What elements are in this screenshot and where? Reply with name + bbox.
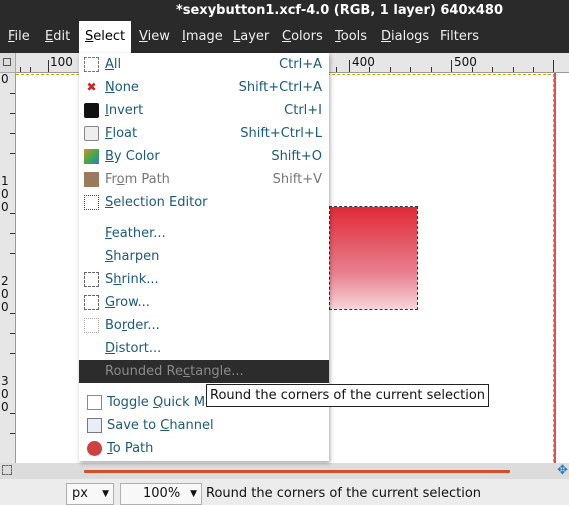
- ruler-label: 500: [454, 55, 477, 69]
- selection-from-path-icon: [84, 172, 99, 187]
- ruler-label: 400: [352, 55, 375, 69]
- horizontal-scrollbar[interactable]: ✥: [0, 463, 569, 479]
- menu-item-to-path[interactable]: To Path: [79, 437, 329, 460]
- menu-filters[interactable]: Filters: [434, 21, 485, 53]
- window-title: *sexybutton1.xcf-4.0 (RGB, 1 layer) 640x…: [175, 3, 504, 18]
- chevron-down-icon: ▼: [190, 489, 197, 499]
- status-bar: px ▼ 100% ▼ Round the corners of the curre…: [0, 479, 569, 505]
- to-path-icon: [87, 441, 102, 456]
- ruler-label: 0: [1, 73, 9, 86]
- menu-item-none[interactable]: ✖ None Shift+Ctrl+A: [79, 76, 329, 99]
- navigate-icon[interactable]: ✥: [556, 463, 569, 479]
- menu-separator: [79, 216, 329, 217]
- ruler-label: 100: [1, 174, 9, 214]
- ruler-label: 300: [1, 374, 9, 414]
- menu-image[interactable]: Image: [176, 21, 229, 53]
- toggle-quick-mask-icon: [87, 395, 102, 410]
- select-by-color-icon: [84, 149, 99, 164]
- menu-item-grow[interactable]: Grow...: [79, 291, 329, 314]
- select-all-icon: [84, 57, 99, 72]
- float-selection-icon: [84, 126, 99, 141]
- menu-view[interactable]: View: [133, 21, 176, 53]
- menu-item-tooltip: Round the corners of the current selecti…: [206, 384, 490, 407]
- canvas-edge: [554, 73, 556, 463]
- menu-bar: File Edit Select View Image Layer Colors…: [0, 21, 569, 53]
- quick-mask-toggle-icon[interactable]: [2, 465, 12, 475]
- ruler-label: 200: [1, 274, 9, 314]
- menu-item-distort[interactable]: Distort...: [79, 337, 329, 360]
- menu-item-float[interactable]: Float Shift+Ctrl+L: [79, 122, 329, 145]
- status-message: Round the corners of the current selecti…: [206, 486, 482, 501]
- menu-file[interactable]: File: [2, 21, 36, 53]
- menu-layer[interactable]: Layer: [227, 21, 275, 53]
- vertical-ruler[interactable]: 0 100 200 300: [0, 73, 16, 463]
- window-title-bar: *sexybutton1.xcf-4.0 (RGB, 1 layer) 640x…: [0, 0, 569, 21]
- menu-dialogs[interactable]: Dialogs: [375, 21, 435, 53]
- invert-selection-icon: [84, 103, 99, 118]
- menu-item-rounded-rectangle[interactable]: Rounded Rectangle...: [79, 360, 329, 383]
- scrollbar-track[interactable]: [84, 470, 510, 473]
- quick-mask-corner-icon: [3, 58, 11, 66]
- save-to-channel-icon: [87, 418, 102, 433]
- selection-editor-icon: [84, 195, 99, 210]
- shrink-selection-icon: [84, 272, 99, 287]
- menu-item-by-color[interactable]: By Color Shift+O: [79, 145, 329, 168]
- grow-selection-icon: [84, 295, 99, 310]
- menu-item-all[interactable]: All Ctrl+A: [79, 53, 329, 76]
- menu-tools[interactable]: Tools: [329, 21, 373, 53]
- menu-item-border[interactable]: Border...: [79, 314, 329, 337]
- ruler-corner[interactable]: [0, 53, 16, 73]
- menu-item-sharpen[interactable]: Sharpen: [79, 245, 329, 268]
- menu-colors[interactable]: Colors: [276, 21, 329, 53]
- menu-item-selection-editor[interactable]: Selection Editor: [79, 191, 329, 214]
- menu-item-save-to-channel[interactable]: Save to Channel: [79, 414, 329, 437]
- menu-item-invert[interactable]: Invert Ctrl+I: [79, 99, 329, 122]
- select-none-icon: ✖: [86, 80, 97, 94]
- ruler-label: 100: [50, 55, 73, 69]
- chevron-down-icon: ▼: [102, 489, 109, 499]
- unit-select[interactable]: px ▼: [66, 483, 114, 505]
- zoom-select[interactable]: 100% ▼: [120, 483, 202, 505]
- menu-edit[interactable]: Edit: [39, 21, 76, 53]
- menu-item-from-path: From Path Shift+V: [79, 168, 329, 191]
- gradient-selection[interactable]: [329, 206, 418, 310]
- border-selection-icon: [84, 318, 99, 333]
- menu-select[interactable]: Select: [79, 21, 132, 53]
- menu-item-shrink[interactable]: Shrink...: [79, 268, 329, 291]
- menu-item-feather[interactable]: Feather...: [79, 222, 329, 245]
